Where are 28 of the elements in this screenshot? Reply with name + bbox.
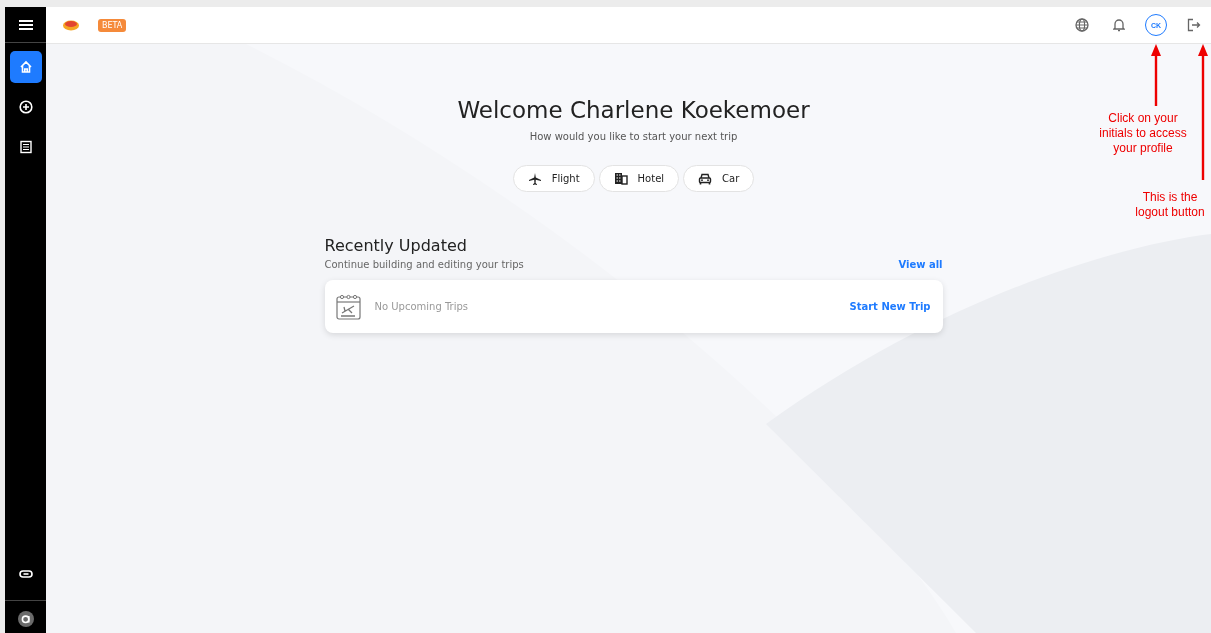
logout-icon[interactable] [1187,18,1201,32]
sidebar-item[interactable] [9,51,42,83]
link-icon[interactable] [18,570,33,578]
beta-badge: BETA [98,18,127,32]
add-icon [18,100,33,114]
trip-type-button[interactable]: Car [683,165,755,192]
notification-bell-icon[interactable] [1113,18,1125,32]
annotation-text: Click on your initials to access your profile [1098,111,1188,156]
building-icon [613,172,628,185]
annotation-arrow [1151,44,1161,106]
section-subtitle: Continue building and editing your trips [324,259,525,270]
app-logo-icon[interactable] [17,611,34,627]
section-title: Recently Updated [324,236,468,255]
globe-icon[interactable] [1075,18,1089,32]
menu-icon[interactable] [18,18,33,31]
trip-type-button[interactable]: Hotel [598,165,680,192]
annotation-text: This is the logout button [1134,190,1206,220]
list-icon [18,140,33,154]
view-all-link[interactable]: View all [898,259,943,270]
empty-message: No Upcoming Trips [374,301,469,312]
welcome-title: Welcome Charlene Koekemoer [457,97,810,123]
logo-icon[interactable] [62,19,80,31]
start-new-trip-link[interactable]: Start New Trip [849,301,931,312]
welcome-subtitle: How would you like to start your next trip [529,131,738,142]
trip-type-button[interactable]: Flight [512,165,595,192]
home-icon [18,60,33,74]
car-icon [698,172,713,185]
calendar-plane-icon [334,292,363,321]
